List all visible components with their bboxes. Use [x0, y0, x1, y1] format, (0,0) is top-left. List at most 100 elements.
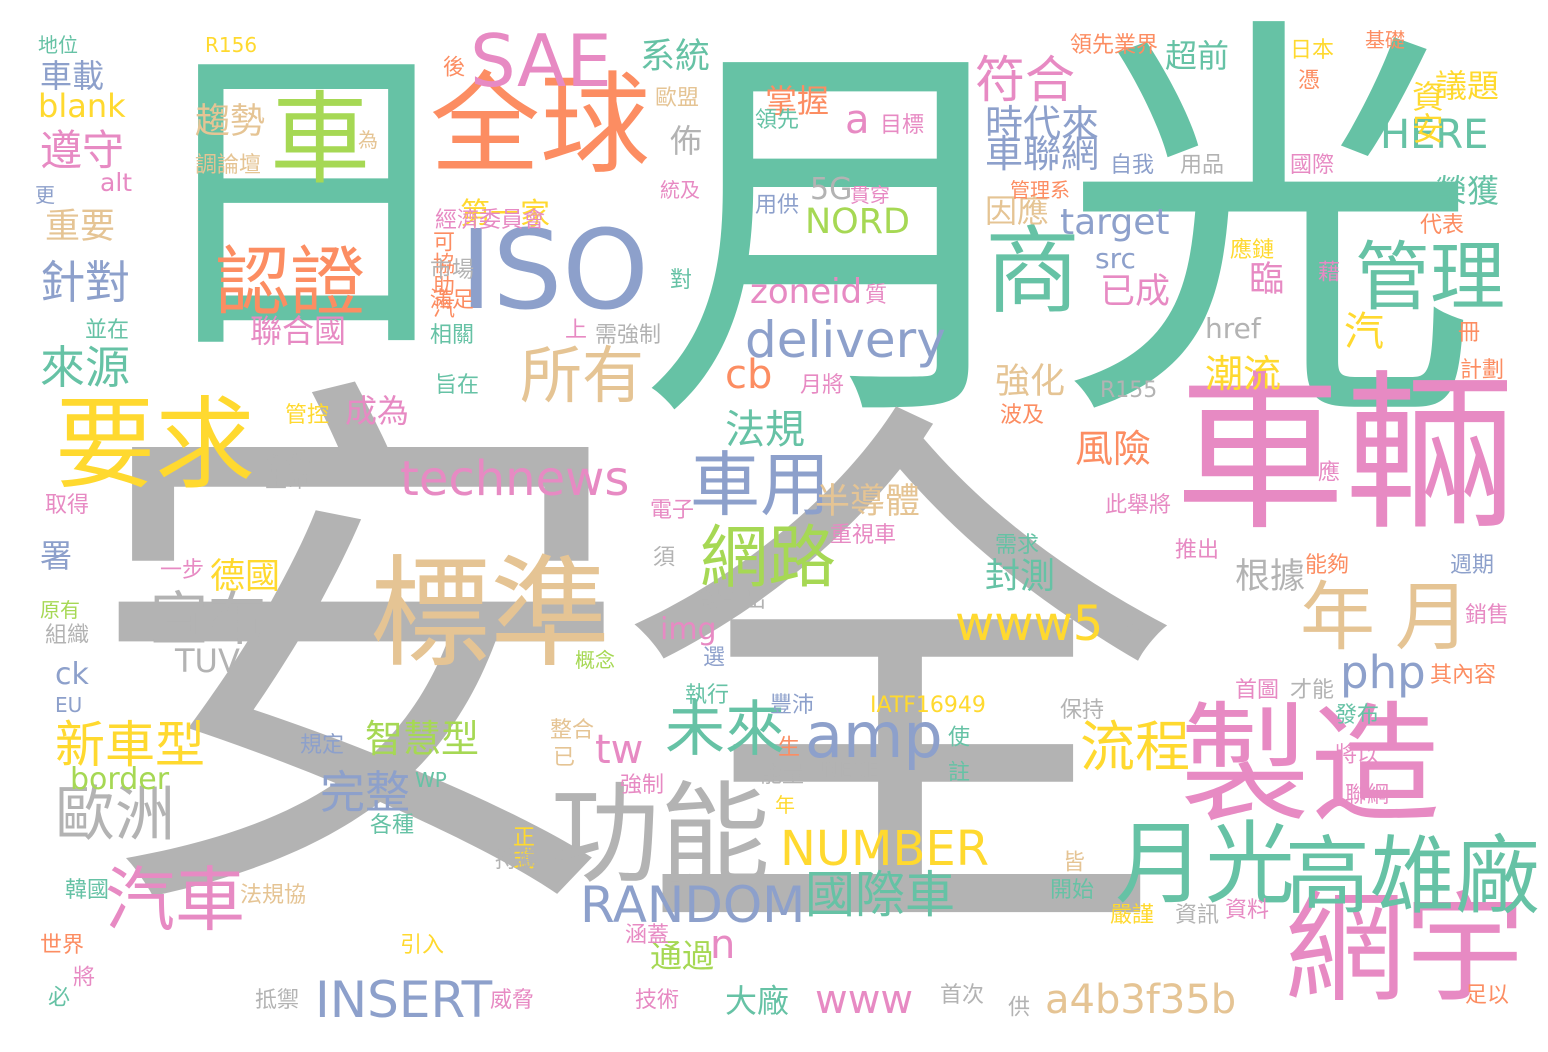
cloud-word: 完整 — [320, 766, 411, 819]
cloud-word: RANDOM — [580, 876, 806, 934]
cloud-word: 對 — [670, 268, 693, 293]
cloud-word: TUV — [175, 642, 240, 680]
cloud-word: 上 — [565, 318, 588, 343]
cloud-word: SAE — [470, 19, 612, 103]
cloud-word: 封測 — [985, 557, 1056, 597]
cloud-word: 計劃 — [1460, 358, 1505, 383]
cloud-word: 來源 — [40, 341, 131, 394]
cloud-word: 管控 — [285, 403, 330, 428]
cloud-word: 冊 — [1454, 320, 1479, 342]
cloud-word: 首圖 — [1235, 678, 1280, 703]
cloud-word: 管理系 — [1010, 178, 1070, 202]
cloud-word: 質 — [865, 283, 888, 308]
cloud-word: 重要 — [45, 207, 116, 247]
cloud-word: EU — [55, 693, 83, 717]
cloud-word: 原有 — [40, 598, 80, 622]
cloud-word: 涵蓋 — [625, 923, 670, 948]
cloud-word: 使 — [944, 725, 969, 747]
cloud-word: 組織 — [45, 623, 90, 648]
cloud-word: 選 — [699, 645, 724, 667]
cloud-word: 滿足 — [430, 288, 475, 313]
cloud-word: 波及 — [1000, 403, 1045, 428]
cloud-word: 流程 — [1080, 715, 1191, 779]
cloud-word: 引入 — [400, 933, 445, 958]
cloud-word: 電子 — [650, 498, 695, 523]
cloud-word: 藉 — [1314, 260, 1339, 282]
cloud-word: 其內容 — [1430, 663, 1497, 688]
cloud-word: IATF16949 — [870, 693, 986, 718]
cloud-word: img — [660, 612, 717, 647]
cloud-word: 資安 — [1407, 80, 1445, 144]
cloud-word: 將以 — [1335, 743, 1380, 768]
cloud-word: 推出 — [1175, 538, 1220, 563]
cloud-word: WP — [415, 768, 447, 792]
cloud-word: 針對 — [40, 256, 131, 309]
cloud-word: src — [1095, 242, 1136, 275]
cloud-word: 符合 — [975, 51, 1075, 109]
cloud-word: a — [845, 97, 870, 143]
cloud-word: 已 — [549, 745, 574, 767]
cloud-word: 已成 — [1100, 272, 1171, 312]
cloud-word: 更 — [35, 183, 55, 207]
cloud-word: 後 — [439, 55, 464, 77]
cloud-word: 各種 — [370, 813, 415, 838]
cloud-word: 月將 — [800, 373, 845, 398]
cloud-word: 供 — [1004, 995, 1029, 1017]
cloud-word: 網路 — [700, 519, 837, 598]
cloud-word: 高雄廠 — [1285, 828, 1541, 927]
cloud-word: 重視車 — [830, 523, 897, 548]
cloud-word: 目標 — [880, 113, 925, 138]
cloud-word: 需求 — [995, 533, 1040, 558]
cloud-word: 銷售 — [1465, 603, 1510, 628]
cloud-word: 整合 — [550, 718, 595, 743]
cloud-word: 威脅 — [490, 988, 535, 1013]
cloud-word: 資料 — [1225, 898, 1270, 923]
cloud-word: 一步 — [160, 558, 205, 583]
cloud-word: 管理 — [1355, 233, 1506, 321]
cloud-word: 市場 — [430, 258, 475, 283]
cloud-word: 用品 — [1180, 153, 1225, 178]
cloud-word: blank — [38, 87, 126, 125]
cloud-word: 製造 — [1180, 689, 1441, 841]
cloud-word: 基礎 — [1365, 28, 1405, 52]
cloud-word: 半導體 — [815, 482, 921, 522]
cloud-word: 月光 — [1115, 812, 1295, 917]
cloud-word: 年 — [1300, 573, 1376, 661]
cloud-word: 足以 — [1465, 983, 1510, 1008]
cloud-word: 榮獲 — [1435, 172, 1500, 210]
cloud-word: alt — [100, 168, 133, 197]
cloud-word: 智慧型 — [365, 717, 480, 761]
cloud-word: 遵守 — [40, 126, 125, 175]
cloud-word: border — [70, 762, 170, 797]
cloud-word: 生 — [774, 735, 799, 757]
cloud-word: 代表 — [1420, 213, 1465, 238]
cloud-word: 自我 — [1110, 153, 1155, 178]
cloud-word: 趨勢 — [195, 102, 266, 142]
cloud-word: R155 — [1100, 378, 1158, 403]
cloud-word: 日本 — [1290, 38, 1335, 63]
cloud-word: 汽 — [1337, 310, 1383, 350]
cloud-word: 調論壇 — [195, 153, 262, 178]
cloud-word: 才能 — [1290, 678, 1335, 703]
cloud-word: 取得 — [45, 493, 90, 518]
cloud-word: 聯網 — [1345, 783, 1390, 808]
cloud-word: delivery — [745, 311, 946, 369]
cloud-word: 應 — [1314, 460, 1339, 482]
cloud-word: 德國 — [210, 557, 281, 597]
cloud-word: 法規協 — [240, 883, 307, 908]
cloud-word: 領先業界 — [1070, 33, 1159, 58]
cloud-word: 強制 — [620, 773, 665, 798]
cloud-word: 能量 — [760, 763, 805, 788]
cloud-word: 年 — [775, 793, 795, 817]
cloud-word: 汽車 — [105, 859, 245, 941]
cloud-word: 國際 — [1290, 153, 1335, 178]
cloud-word: 署 — [40, 537, 73, 575]
cloud-word: a4b3f35b — [1045, 977, 1237, 1023]
word-cloud: 日月光安全車全球 ISO 認證商車輛 標準 要求 製造 網宇 功能 高雄廠 月光 管理年月 SAE 所有… — [0, 0, 1548, 1052]
cloud-word: 旨在 — [435, 373, 480, 398]
cloud-word: cb — [725, 352, 773, 398]
cloud-word: 必 — [44, 985, 69, 1007]
cloud-word: 統及 — [660, 178, 700, 202]
cloud-word: 規定 — [300, 733, 345, 758]
cloud-word: 所有 — [520, 339, 645, 412]
